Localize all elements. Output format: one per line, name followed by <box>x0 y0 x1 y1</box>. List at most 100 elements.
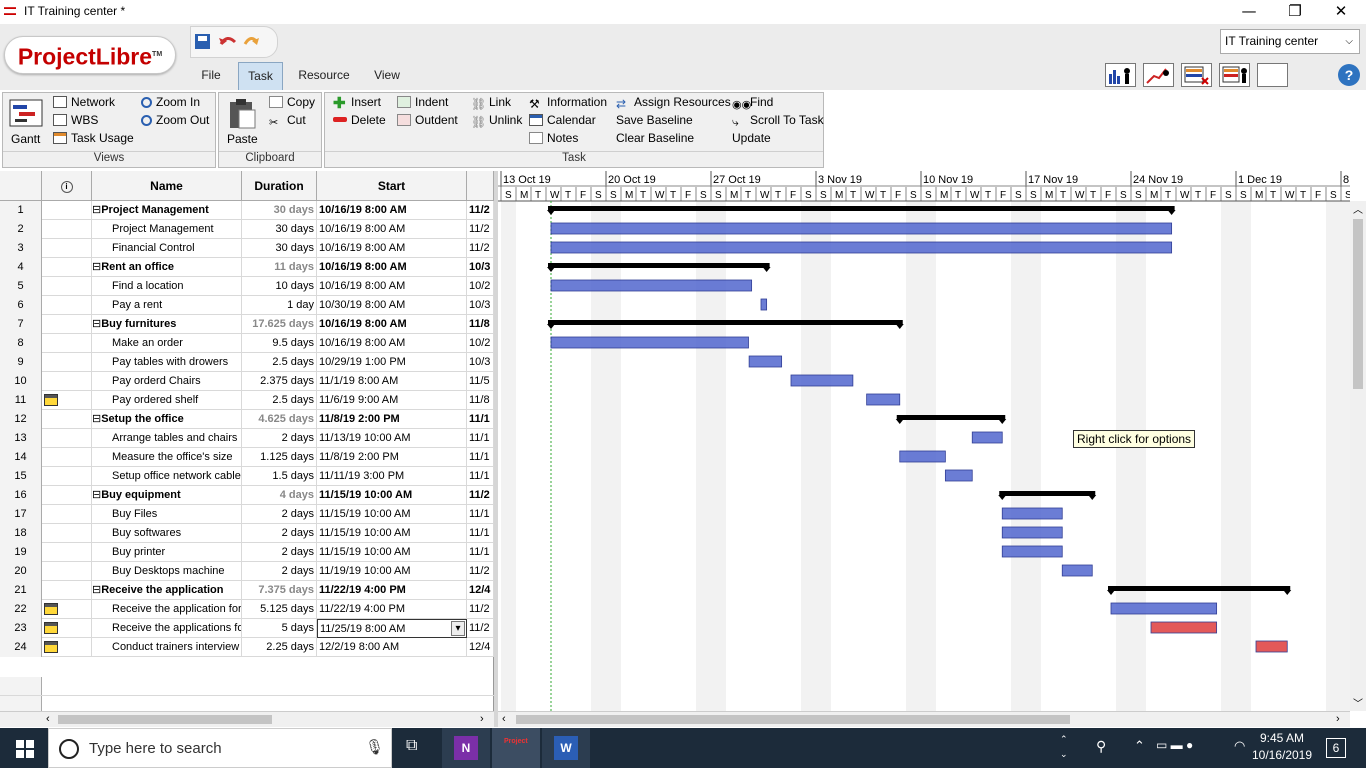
finish-cell[interactable]: 11/5 <box>467 372 494 391</box>
table-row[interactable]: 21 ⊟Receive the application 7.375 days 11/2… <box>0 581 494 600</box>
onenote-app[interactable]: N <box>442 728 490 768</box>
update-button[interactable]: Update <box>732 130 771 147</box>
duration-cell[interactable]: 1 day <box>242 296 317 315</box>
finish-cell[interactable]: 10/3 <box>467 353 494 372</box>
table-row[interactable]: 19 Buy printer 2 days 11/15/19 10:00 AM 11/1 <box>0 543 494 562</box>
scroll-to-task-button[interactable]: ⤷ Scroll To Task <box>732 112 824 129</box>
gantt-scroll-right-icon[interactable]: › <box>1336 713 1340 725</box>
task-name-cell[interactable]: Pay tables with drowers <box>92 353 242 372</box>
table-row[interactable]: 18 Buy softwares 2 days 11/15/19 10:00 AM 11… <box>0 524 494 543</box>
start-cell[interactable]: 11/13/19 10:00 AM <box>317 429 467 448</box>
table-row[interactable]: 23 Receive the applications fo 5 days 11/25… <box>0 619 494 638</box>
save-baseline-button[interactable]: Save Baseline <box>616 112 693 129</box>
cut-button[interactable]: ✂ Cut <box>269 112 306 129</box>
table-row[interactable]: 7 ⊟Buy furnitures 17.625 days 10/16/19 8:00… <box>0 315 494 334</box>
table-row[interactable]: 8 Make an order 9.5 days 10/16/19 8:00 AM 10… <box>0 334 494 353</box>
table-row[interactable]: 12 ⊟Setup the office 4.625 days 11/8/19 2:0… <box>0 410 494 429</box>
duration-cell[interactable]: 11 days <box>242 258 317 277</box>
table-row[interactable]: 20 Buy Desktops machine 2 days 11/19/19 10:… <box>0 562 494 581</box>
scroll-up-icon[interactable]: ︿ <box>1353 201 1363 216</box>
duration-cell[interactable]: 2 days <box>242 505 317 524</box>
start-cell[interactable]: 10/16/19 8:00 AM <box>317 315 467 334</box>
zoom-in-button[interactable]: Zoom In <box>141 94 200 111</box>
copy-button[interactable]: Copy <box>269 94 315 111</box>
table-row[interactable]: 14 Measure the office's size 1.125 days 11/… <box>0 448 494 467</box>
gantt-scroll-thumb[interactable] <box>516 715 1070 724</box>
projectlibre-app[interactable]: Project <box>492 728 540 768</box>
close-button[interactable]: ✕ <box>1318 0 1364 24</box>
menu-task[interactable]: Task <box>238 62 283 90</box>
table-row[interactable]: 24 Conduct trainers interview 2.25 days 12/… <box>0 638 494 657</box>
assign-resources-button[interactable]: ⇄ Assign Resources <box>616 94 731 111</box>
collapse-toggle-icon[interactable]: ⊟ <box>92 204 101 216</box>
zoom-out-button[interactable]: Zoom Out <box>141 112 209 129</box>
calendar-button[interactable]: Calendar <box>529 112 596 129</box>
task-name-cell[interactable]: Arrange tables and chairs <box>92 429 242 448</box>
gantt-horizontal-scrollbar[interactable]: ‹ › <box>498 711 1350 727</box>
duration-cell[interactable]: 30 days <box>242 220 317 239</box>
finish-cell[interactable]: 11/2 <box>467 600 494 619</box>
collapse-toggle-icon[interactable]: ⊟ <box>92 489 101 501</box>
task-name-cell[interactable]: Buy softwares <box>92 524 242 543</box>
start-cell[interactable]: 11/8/19 2:00 PM <box>317 410 467 429</box>
start-cell[interactable]: 10/16/19 8:00 AM <box>317 334 467 353</box>
start-cell[interactable]: 12/2/19 8:00 AM <box>317 638 467 657</box>
task-name-cell[interactable]: Buy Desktops machine <box>92 562 242 581</box>
finish-cell[interactable]: 10/2 <box>467 334 494 353</box>
minimize-button[interactable]: — <box>1226 0 1272 24</box>
finish-cell[interactable]: 11/2 <box>467 239 494 258</box>
duration-cell[interactable]: 7.375 days <box>242 581 317 600</box>
table-row[interactable]: 5 Find a location 10 days 10/16/19 8:00 AM 1… <box>0 277 494 296</box>
indent-button[interactable]: Indent <box>397 94 448 111</box>
finish-cell[interactable]: 11/2 <box>467 201 494 220</box>
clear-baseline-button[interactable]: Clear Baseline <box>616 130 694 147</box>
finish-cell[interactable]: 11/1 <box>467 505 494 524</box>
collapse-toggle-icon[interactable]: ⊟ <box>92 413 101 425</box>
duration-cell[interactable]: 2 days <box>242 429 317 448</box>
finish-cell[interactable]: 11/8 <box>467 315 494 334</box>
link-button[interactable]: ⛓ Link <box>471 94 511 111</box>
menu-resource[interactable]: Resource <box>293 62 355 90</box>
start-cell[interactable]: 11/15/19 10:00 AM <box>317 543 467 562</box>
gantt-button[interactable]: Gantt <box>11 131 40 148</box>
chart-view-button[interactable] <box>1143 63 1174 87</box>
outdent-button[interactable]: Outdent <box>397 112 458 129</box>
task-name-cell[interactable]: Setup office network cable <box>92 467 242 486</box>
task-name-cell[interactable]: Find a location <box>92 277 242 296</box>
resource-usage-view-button[interactable] <box>1181 63 1212 87</box>
start-cell[interactable]: 10/16/19 8:00 AM <box>317 258 467 277</box>
delete-button[interactable]: Delete <box>333 112 386 129</box>
date-dropdown-icon[interactable]: ▾ <box>451 621 465 636</box>
task-name-cell[interactable]: Financial Control <box>92 239 242 258</box>
duration-cell[interactable]: 5 days <box>242 619 317 638</box>
duration-cell[interactable]: 1.5 days <box>242 467 317 486</box>
task-name-cell[interactable]: Buy Files <box>92 505 242 524</box>
table-row[interactable]: 11 Pay ordered shelf 2.5 days 11/6/19 9:00 … <box>0 391 494 410</box>
undo-icon[interactable] <box>219 37 237 45</box>
finish-cell[interactable]: 11/1 <box>467 467 494 486</box>
start-cell[interactable]: 11/19/19 10:00 AM <box>317 562 467 581</box>
finish-cell[interactable]: 11/2 <box>467 486 494 505</box>
finish-cell[interactable]: 10/3 <box>467 296 494 315</box>
duration-cell[interactable]: 2.5 days <box>242 391 317 410</box>
finish-cell[interactable]: 11/1 <box>467 543 494 562</box>
start-cell[interactable]: 11/11/19 3:00 PM <box>317 467 467 486</box>
task-name-cell[interactable]: ⊟Rent an office <box>92 258 242 277</box>
task-name-cell[interactable]: ⊟Setup the office <box>92 410 242 429</box>
insert-button[interactable]: ✚ Insert <box>333 94 381 111</box>
table-row[interactable]: 22 Receive the application for 5.125 days 1… <box>0 600 494 619</box>
table-scroll-thumb[interactable] <box>58 715 272 724</box>
notifications-icon[interactable]: 6 <box>1326 738 1346 758</box>
finish-cell[interactable]: 11/8 <box>467 391 494 410</box>
start-cell[interactable]: 11/8/19 2:00 PM <box>317 448 467 467</box>
duration-cell[interactable]: 2.25 days <box>242 638 317 657</box>
collapse-toggle-icon[interactable]: ⊟ <box>92 261 101 273</box>
name-column-header[interactable]: Name <box>92 171 242 201</box>
start-cell[interactable]: 11/6/19 9:00 AM <box>317 391 467 410</box>
finish-cell[interactable]: 11/1 <box>467 410 494 429</box>
start-cell[interactable]: 11/22/19 4:00 PM <box>317 581 467 600</box>
finish-cell[interactable]: 12/4 <box>467 581 494 600</box>
start-cell[interactable]: 10/29/19 1:00 PM <box>317 353 467 372</box>
gantt-vertical-scrollbar[interactable]: ︿ ﹀ <box>1350 201 1366 711</box>
table-row[interactable]: 9 Pay tables with drowers 2.5 days 10/29/19… <box>0 353 494 372</box>
